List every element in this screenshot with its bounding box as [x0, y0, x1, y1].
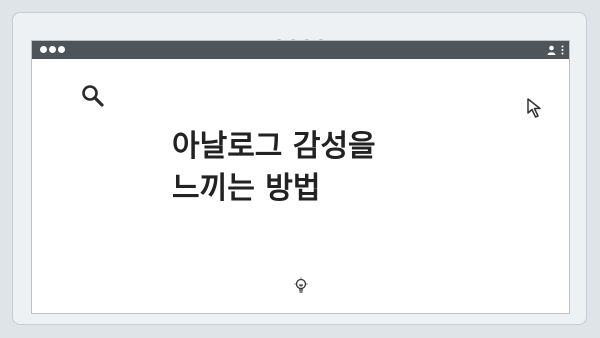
window-control-dot[interactable] — [49, 46, 56, 53]
account-icon[interactable] — [547, 45, 556, 55]
window-control-dot[interactable] — [40, 46, 47, 53]
search-icon[interactable] — [80, 83, 106, 109]
more-options-icon[interactable] — [561, 45, 564, 55]
headline-line-1: 아날로그 감성을 — [172, 129, 376, 164]
headline-line-2: 느끼는 방법 — [172, 171, 321, 206]
cursor-arrow-icon — [527, 98, 541, 118]
headline: 아날로그 감성을 느끼는 방법 — [172, 126, 502, 210]
lightbulb-icon — [294, 277, 308, 293]
window-control-dot[interactable] — [58, 46, 65, 53]
browser-title-bar — [32, 41, 569, 59]
browser-window: 아날로그 감성을 느끼는 방법 — [31, 40, 570, 314]
